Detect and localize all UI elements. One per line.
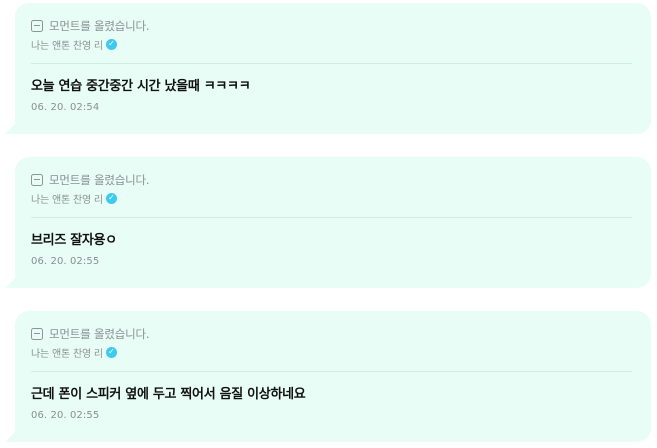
verified-check-icon: ✓ (105, 192, 117, 204)
moment-header-text: 모먼트를 올렸습니다. (49, 172, 150, 187)
moment-header-text: 모먼트를 올렸습니다. (49, 326, 150, 341)
author-line: 나는 앤톤 찬영 리 ✓ (31, 345, 633, 360)
moment-message-bubble[interactable]: 모먼트를 올렸습니다. 나는 앤톤 찬영 리 ✓ 오늘 연습 중간중간 시간 났… (15, 3, 651, 134)
message-timestamp: 06. 20. 02:55 (31, 256, 100, 267)
chat-feed: 모먼트를 올렸습니다. 나는 앤톤 찬영 리 ✓ 오늘 연습 중간중간 시간 났… (0, 0, 657, 448)
author-line: 나는 앤톤 찬영 리 ✓ (31, 37, 633, 52)
divider (31, 217, 632, 218)
moment-message-bubble[interactable]: 모먼트를 올렸습니다. 나는 앤톤 찬영 리 ✓ 브리즈 잘자용ㅇ 06. 20… (15, 157, 651, 288)
author-name: 나는 앤톤 찬영 리 (31, 40, 103, 52)
verified-check-icon: ✓ (105, 38, 117, 50)
message-text: 브리즈 잘자용ㅇ (31, 233, 117, 248)
message-text: 오늘 연습 중간중간 시간 났을때 ㅋㅋㅋㅋ (31, 79, 251, 94)
moment-post-icon (31, 19, 43, 32)
moment-header: 모먼트를 올렸습니다. (31, 17, 633, 34)
divider (31, 63, 632, 64)
moment-header: 모먼트를 올렸습니다. (31, 325, 633, 342)
moment-post-icon (31, 327, 43, 340)
author-line: 나는 앤톤 찬영 리 ✓ (31, 191, 633, 206)
verified-check-icon: ✓ (105, 346, 117, 358)
author-name: 나는 앤톤 찬영 리 (31, 348, 103, 360)
message-timestamp: 06. 20. 02:55 (31, 410, 100, 421)
moment-header: 모먼트를 올렸습니다. (31, 171, 633, 188)
message-text: 근데 폰이 스피커 옆에 두고 찍어서 음질 이상하네요 (31, 387, 306, 402)
moment-message-bubble[interactable]: 모먼트를 올렸습니다. 나는 앤톤 찬영 리 ✓ 근데 폰이 스피커 옆에 두고… (15, 311, 651, 442)
divider (31, 371, 632, 372)
moment-post-icon (31, 173, 43, 186)
moment-header-text: 모먼트를 올렸습니다. (49, 18, 150, 33)
message-timestamp: 06. 20. 02:54 (31, 102, 100, 113)
author-name: 나는 앤톤 찬영 리 (31, 194, 103, 206)
